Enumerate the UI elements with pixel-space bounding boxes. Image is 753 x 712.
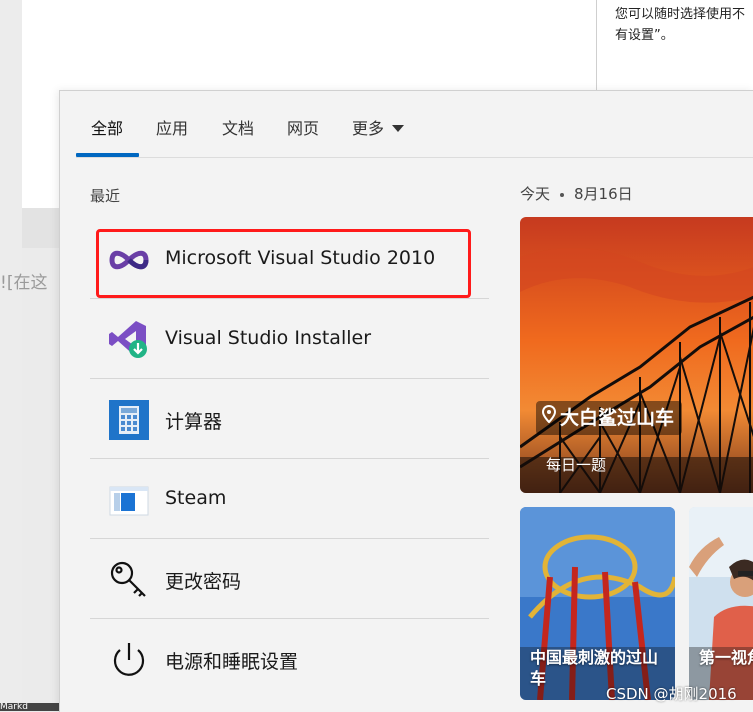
tab-apps[interactable]: 应用 <box>156 115 188 139</box>
annotation-highlight-box <box>96 229 471 298</box>
visual-studio-installer-icon <box>108 319 150 361</box>
tab-web[interactable]: 网页 <box>287 115 319 139</box>
news-card-title: 第一视角车 <box>699 648 753 667</box>
roller-coaster-sunset-image <box>520 217 753 493</box>
background-left-edge <box>0 0 22 711</box>
people-on-ride-image <box>689 507 753 700</box>
background-status-text: Markd <box>0 703 60 711</box>
location-pin-icon <box>541 400 557 434</box>
feature-card-subtitle: 每日一题 <box>546 456 607 474</box>
news-card-2[interactable]: 第一视角车 <box>689 507 753 700</box>
tab-all[interactable]: 全部 <box>91 115 123 139</box>
background-alt-text: ![在这 <box>0 273 48 293</box>
today-label: 今天 <box>520 185 551 203</box>
news-card-1[interactable]: 中国最刺激的过山车 <box>520 507 675 700</box>
recent-item-label: 电源和睡眠设置 <box>165 651 299 673</box>
recent-item-steam[interactable]: Steam <box>90 459 489 539</box>
recent-item-label: Visual Studio Installer <box>165 327 372 349</box>
feature-card-title: 大白鲨过山车 <box>560 407 675 429</box>
key-icon <box>108 559 150 601</box>
recent-item-label: 计算器 <box>165 411 223 433</box>
tab-more-label: 更多 <box>352 119 385 138</box>
separator-dot <box>560 192 565 197</box>
steam-window-icon <box>108 479 150 521</box>
recent-item-calculator[interactable]: 计算器 <box>90 379 489 459</box>
tab-documents[interactable]: 文档 <box>222 115 254 139</box>
search-panel: 全部 应用 文档 网页 更多 最近 Microsoft Visual Studi… <box>59 90 753 712</box>
feature-card-title-badge: 大白鲨过山车 <box>536 400 683 435</box>
recent-item-label: Steam <box>165 487 227 509</box>
active-tab-indicator <box>76 153 139 157</box>
recent-item-label: 更改密码 <box>165 571 242 593</box>
background-side-text: 您可以随时选择使用不有设置”。 <box>615 7 746 43</box>
caret-down-icon <box>392 125 405 132</box>
feature-card[interactable]: 大白鲨过山车 每日一题 <box>520 217 753 493</box>
tab-more[interactable]: 更多 <box>352 115 405 139</box>
recent-item-vs-installer[interactable]: Visual Studio Installer <box>90 299 489 379</box>
today-date: 8月16日 <box>574 185 633 203</box>
csdn-watermark: CSDN @胡刚2016 <box>606 685 737 703</box>
power-icon <box>108 639 150 681</box>
recent-item-power-sleep[interactable]: 电源和睡眠设置 <box>90 619 489 698</box>
today-header: 今天 8月16日 <box>520 183 633 204</box>
search-tabs: 全部 应用 文档 网页 更多 <box>76 91 753 158</box>
recent-label: 最近 <box>90 187 121 205</box>
calculator-icon <box>108 399 150 441</box>
recent-item-change-password[interactable]: 更改密码 <box>90 539 489 619</box>
